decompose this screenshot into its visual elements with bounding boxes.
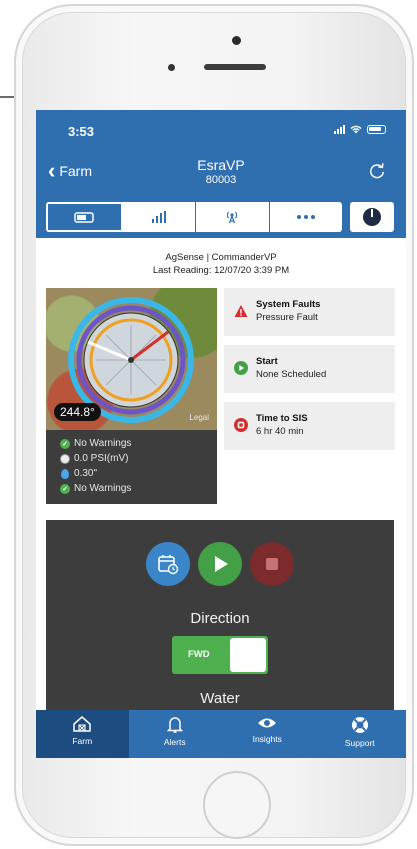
check-icon: ✓ — [60, 438, 70, 449]
warning-triangle-icon — [234, 305, 248, 317]
nav-label: Alerts — [163, 737, 186, 747]
status-row-warnings-2: ✓ No Warnings — [60, 481, 131, 496]
play-circle-icon — [234, 361, 248, 375]
stop-button[interactable] — [250, 542, 294, 586]
status-row-depth: 0.30" — [60, 466, 131, 481]
status-row-pressure: 0.0 PSI(mV) — [60, 451, 131, 466]
status-text: 0.0 PSI(mV) — [74, 453, 129, 464]
calendar-clock-icon — [158, 555, 179, 575]
info-subtitle: 6 hr 40 min — [256, 426, 304, 437]
nav-farm[interactable]: Farm — [36, 710, 129, 758]
nav-alerts[interactable]: Alerts — [129, 710, 222, 758]
water-label: Water — [200, 690, 240, 707]
bar-chart-icon — [151, 211, 166, 223]
heading-badge: 244.8° — [54, 403, 101, 421]
segmented-tabs — [46, 202, 342, 232]
bottom-nav: Farm Alerts Insights Support — [36, 710, 406, 758]
play-icon — [215, 556, 228, 572]
app-screen: 3:53 ‹ Farm EsraVP 80003 AgSense | Comma… — [36, 110, 406, 758]
nav-insights[interactable]: Insights — [221, 710, 314, 758]
device-name: AgSense | CommanderVP — [165, 252, 277, 263]
front-camera — [232, 36, 241, 45]
more-dots-icon — [296, 215, 315, 219]
toggle-icon — [74, 211, 94, 223]
status-icons — [334, 125, 386, 134]
info-subtitle: None Scheduled — [256, 369, 327, 380]
main-content: AgSense | CommanderVP Last Reading: 12/0… — [36, 238, 406, 710]
signal-icon — [334, 125, 345, 134]
info-title: Start — [256, 356, 278, 367]
direction-value: FWD — [188, 649, 210, 660]
page-title: EsraVP — [197, 157, 245, 173]
nav-label: Insights — [252, 734, 282, 744]
eye-icon — [258, 718, 277, 728]
tab-telemetry[interactable] — [196, 202, 270, 232]
stop-circle-icon — [234, 418, 248, 432]
check-icon: ✓ — [60, 483, 70, 494]
time-to-sis-card[interactable]: Time to SIS 6 hr 40 min — [224, 402, 395, 450]
control-buttons — [46, 542, 394, 586]
pivot-status-list: ✓ No Warnings 0.0 PSI(mV) 0.30" ✓ No War… — [60, 436, 131, 496]
start-button[interactable] — [198, 542, 242, 586]
lifebuoy-icon — [351, 717, 368, 733]
nav-bar: ‹ Farm EsraVP 80003 — [36, 150, 406, 196]
bell-icon — [166, 717, 183, 733]
dial-gauge-icon — [363, 208, 381, 226]
direction-label: Direction — [190, 610, 250, 627]
farm-barn-icon — [73, 716, 91, 732]
antenna-icon — [227, 211, 238, 224]
status-text: No Warnings — [74, 438, 132, 449]
earpiece-speaker — [204, 64, 266, 70]
water-drop-icon — [61, 468, 69, 479]
start-schedule-card[interactable]: Start None Scheduled — [224, 345, 395, 393]
status-bar: 3:53 — [36, 110, 406, 150]
system-faults-card[interactable]: System Faults Pressure Fault — [224, 288, 395, 336]
refresh-icon[interactable] — [368, 162, 386, 180]
satellite-map[interactable]: 244.8° Legal — [46, 288, 217, 430]
nav-label: Farm — [72, 736, 93, 746]
status-row-warnings: ✓ No Warnings — [60, 436, 131, 451]
info-title: System Faults — [256, 299, 321, 310]
page-subtitle: 80003 — [205, 174, 237, 186]
info-subtitle: Pressure Fault — [256, 312, 318, 323]
pivot-map-card[interactable]: 244.8° Legal ✓ No Warnings 0.0 PSI(mV) 0… — [46, 288, 217, 504]
last-reading: Last Reading: 12/07/20 3:39 PM — [152, 265, 290, 276]
stop-icon — [266, 558, 278, 570]
pressure-gauge-icon — [60, 453, 70, 464]
proximity-sensor — [168, 64, 175, 71]
info-title: Time to SIS — [256, 413, 308, 424]
pivot-control-card: Direction FWD Water — [46, 520, 394, 710]
tab-controls[interactable] — [46, 202, 123, 232]
nav-label: Support — [344, 738, 375, 748]
direction-toggle[interactable]: FWD — [172, 636, 268, 674]
tab-charts[interactable] — [123, 202, 196, 232]
tab-more[interactable] — [270, 202, 343, 232]
schedule-button[interactable] — [146, 542, 190, 586]
nav-support[interactable]: Support — [314, 710, 407, 758]
status-text: No Warnings — [74, 483, 132, 494]
map-legal-link[interactable]: Legal — [189, 413, 209, 422]
status-text: 0.30" — [74, 468, 98, 479]
toggle-knob — [230, 638, 266, 672]
status-time: 3:53 — [68, 124, 95, 139]
wifi-icon — [350, 125, 362, 134]
stage: 3:53 ‹ Farm EsraVP 80003 AgSense | Comma… — [0, 0, 417, 849]
tab-bar — [36, 196, 406, 238]
battery-icon — [367, 125, 386, 134]
dashboard-button[interactable] — [350, 202, 394, 232]
home-button[interactable] — [203, 771, 271, 839]
